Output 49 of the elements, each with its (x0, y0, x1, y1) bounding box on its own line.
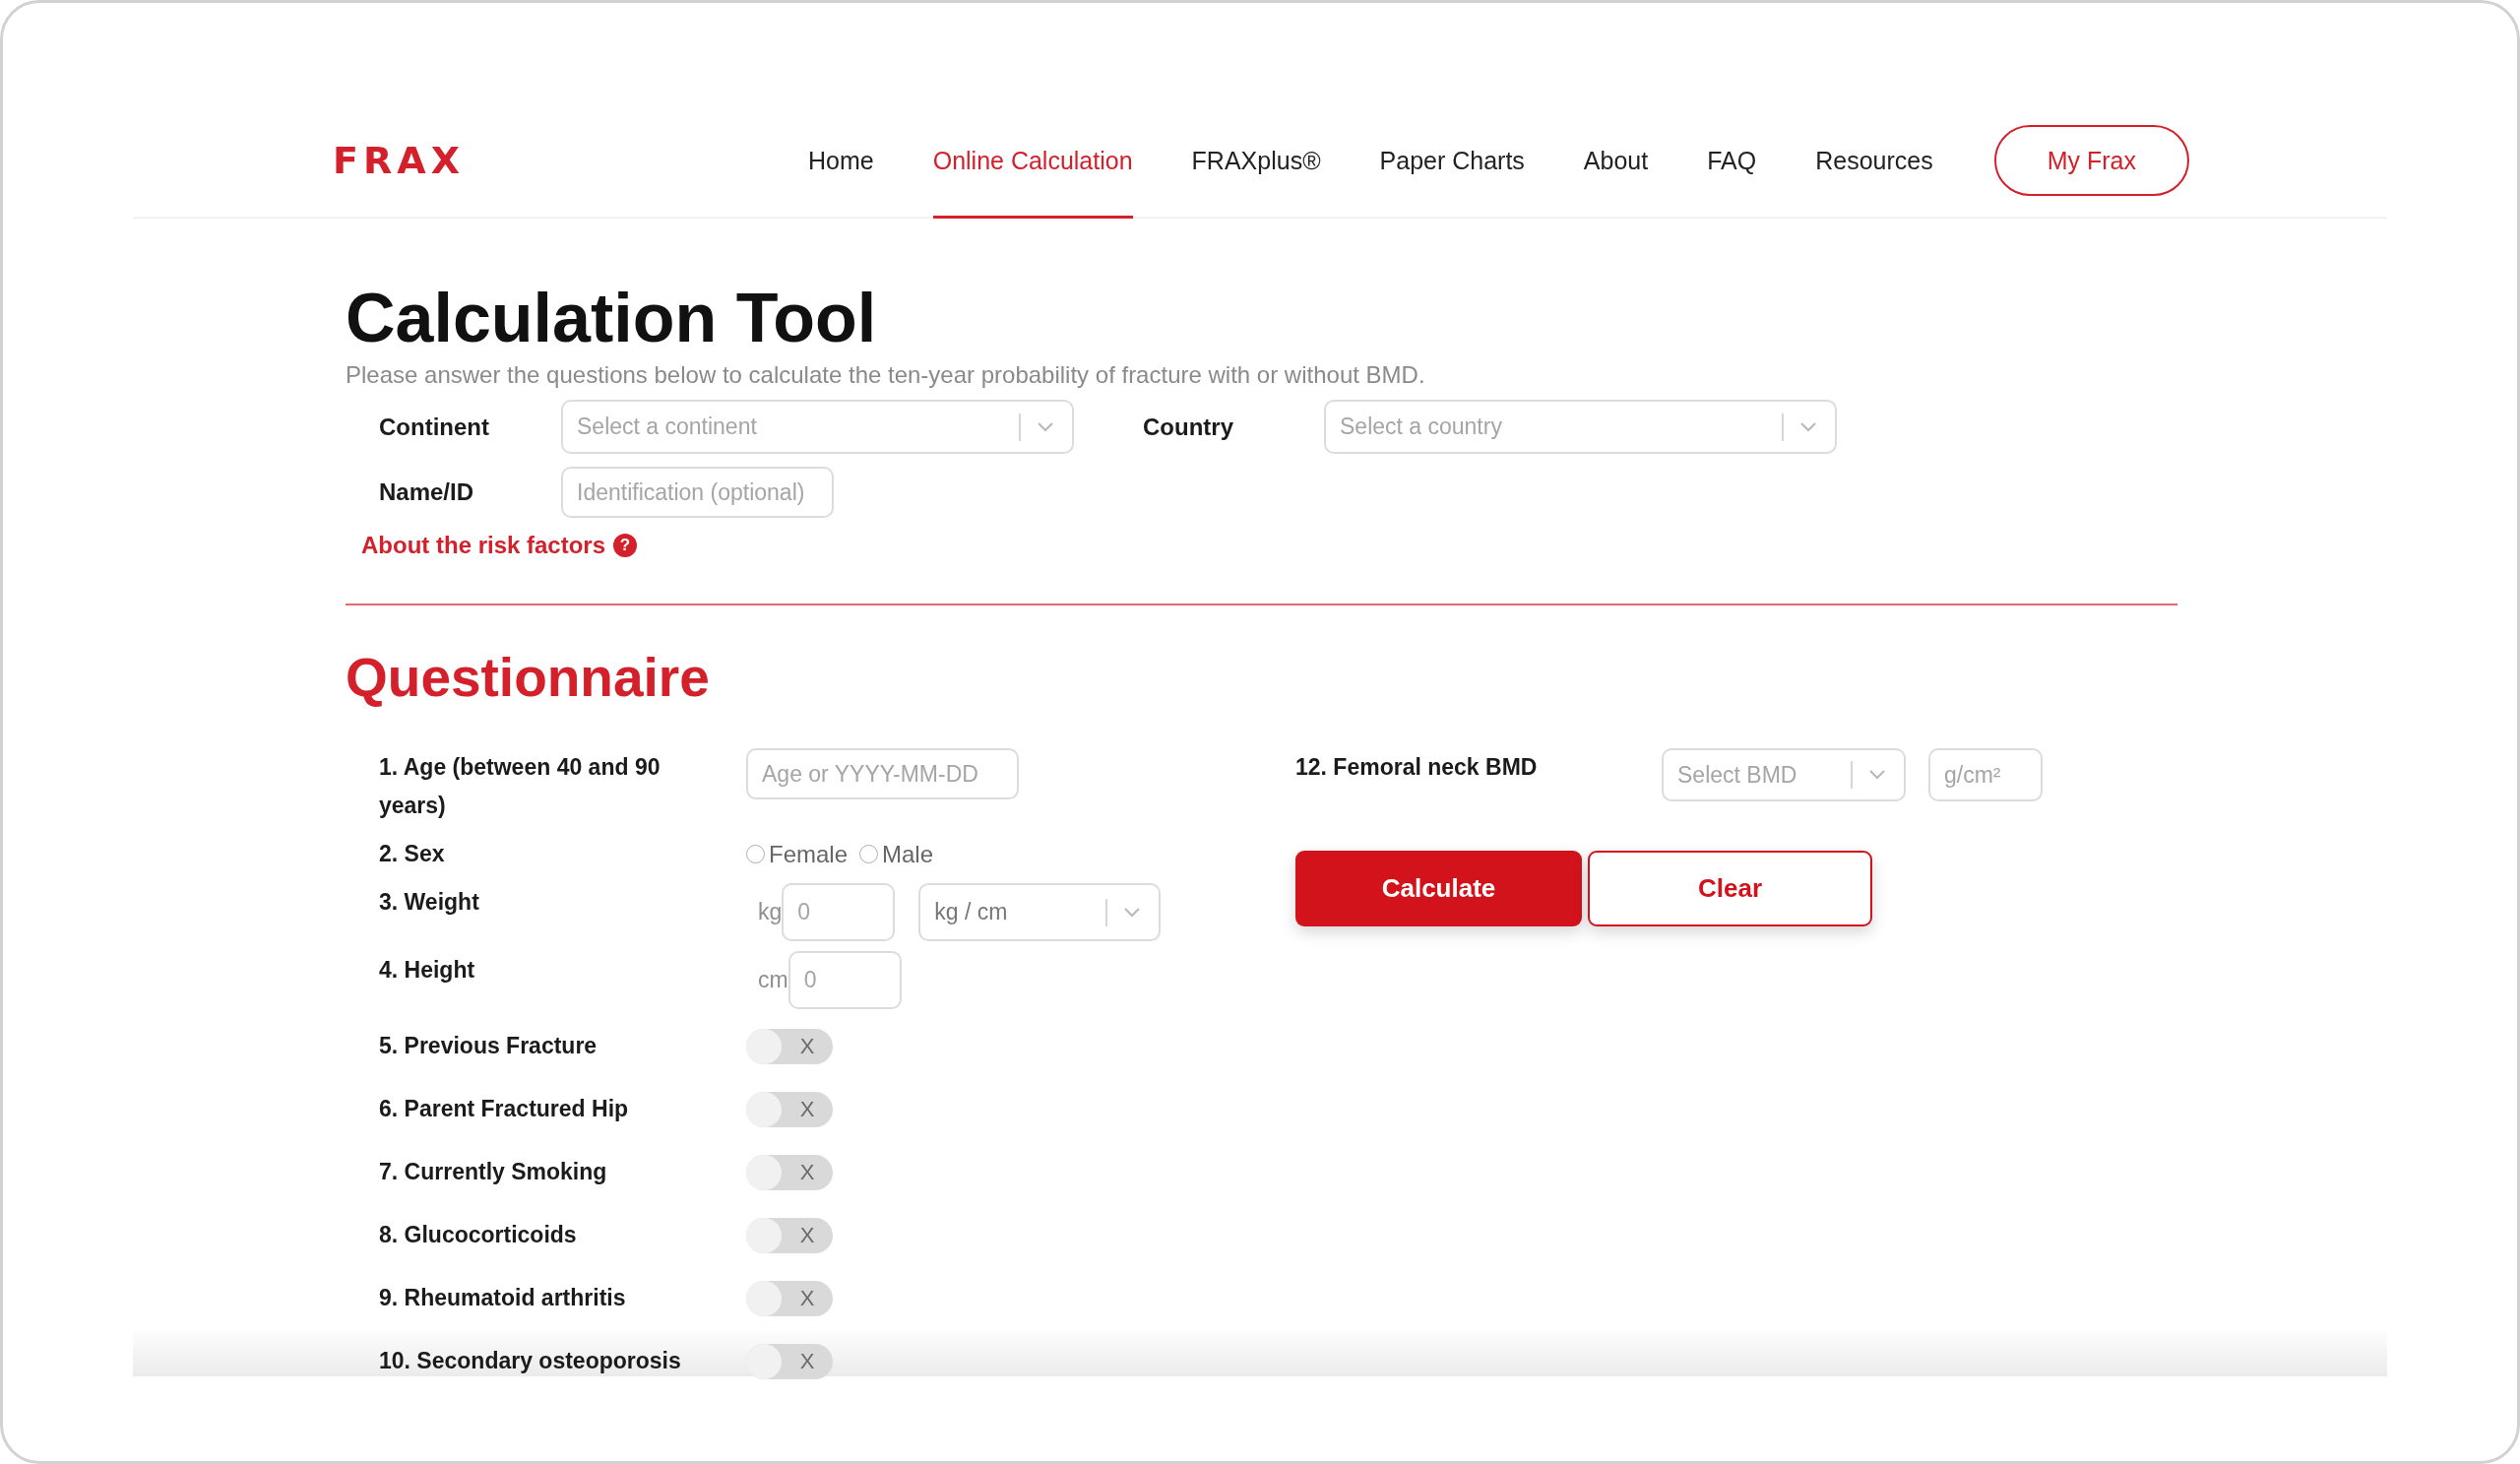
age-field[interactable]: Age or YYYY-MM-DD (746, 748, 1019, 799)
question-label: 8. Glucocorticoids (379, 1221, 578, 1249)
calculate-button[interactable]: Calculate (1295, 851, 1582, 926)
nav-link[interactable]: FAQ (1707, 145, 1757, 176)
nav-link[interactable]: About (1583, 145, 1649, 176)
field-label: Continent (379, 412, 489, 442)
clear-button[interactable]: Clear (1588, 851, 1872, 926)
radio-option[interactable]: Male (859, 840, 934, 868)
question-label: 5. Previous Fracture (379, 1032, 598, 1060)
account-button[interactable]: My Frax (1993, 125, 2189, 196)
number-field[interactable]: 0 (782, 883, 896, 941)
help-link[interactable]: About the risk factors ? (361, 531, 638, 560)
section-title: Questionnaire (346, 646, 711, 710)
toggle-switch[interactable]: X (746, 1343, 833, 1379)
question-label: 1. Age (between 40 and 90 years) (379, 753, 662, 820)
number-field[interactable]: 0 (788, 951, 902, 1009)
toggle-switch[interactable]: X (746, 1217, 833, 1253)
question-label: 4. Height (379, 956, 476, 985)
question-label: 2. Sex (379, 840, 446, 868)
text-field[interactable]: Identification (optional) (561, 467, 834, 518)
chevron-down-icon (1038, 421, 1053, 432)
nav-link[interactable]: Resources (1815, 145, 1933, 176)
toggle-switch[interactable]: X (746, 1091, 833, 1127)
help-icon: ? (613, 534, 638, 557)
page-subtitle: Please answer the questions below to calculate the ten-year probability of fracture with or without BMD. (346, 360, 1426, 390)
logo[interactable]: FRAX (333, 145, 465, 176)
chevron-down-icon (1800, 421, 1816, 432)
number-field[interactable]: g/cm² (1928, 748, 2043, 801)
question-label: 9. Rheumatoid arthritis (379, 1284, 627, 1312)
toggle-switch[interactable]: X (746, 1028, 833, 1064)
field-label: Country (1143, 412, 1233, 442)
toggle-switch[interactable]: X (746, 1280, 833, 1316)
question-label: 6. Parent Fractured Hip (379, 1095, 630, 1123)
nav-link[interactable]: Home (808, 145, 874, 176)
toggle-switch[interactable]: X (746, 1154, 833, 1190)
radio-option[interactable]: Female (746, 840, 849, 868)
unit-label: cm (758, 966, 788, 994)
nav-link[interactable]: Paper Charts (1379, 145, 1525, 176)
question-label: 7. Currently Smoking (379, 1158, 608, 1186)
page-title: Calculation Tool (346, 281, 878, 356)
field-label: Name/ID (379, 477, 474, 507)
chevron-down-icon (1124, 907, 1141, 918)
question-label: 12. Femoral neck BMD (1295, 753, 1539, 782)
nav-link[interactable]: FRAXplus® (1191, 145, 1321, 176)
question-label: 3. Weight (379, 888, 480, 917)
question-label: 10. Secondary osteoporosis (379, 1347, 682, 1375)
select-field[interactable]: kg / cm (918, 883, 1162, 941)
unit-label: kg (758, 898, 783, 926)
chevron-down-icon (1869, 770, 1885, 780)
